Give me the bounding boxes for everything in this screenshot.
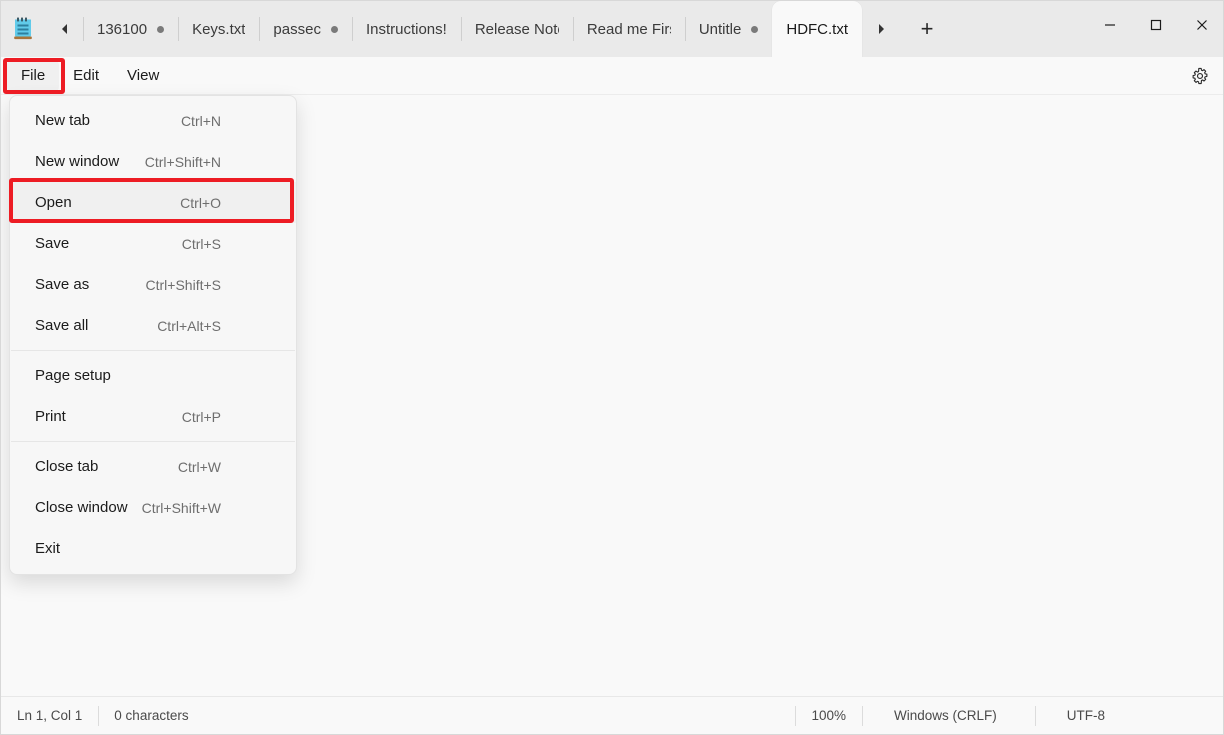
- tab-scroll-left-button[interactable]: [45, 1, 83, 57]
- menu-separator: [11, 350, 295, 351]
- menu-item-open[interactable]: Open Ctrl+O: [10, 182, 296, 223]
- menu-item-shortcut: Ctrl+O: [180, 194, 221, 211]
- menu-item-shortcut: Ctrl+Shift+W: [141, 499, 221, 516]
- notepad-icon: [1, 1, 45, 57]
- minimize-button[interactable]: [1087, 1, 1133, 48]
- menu-item-save-all[interactable]: Save all Ctrl+Alt+S: [10, 305, 296, 346]
- menu-item-label: Close tab: [35, 458, 99, 475]
- menu-edit[interactable]: Edit: [59, 61, 113, 91]
- tab-label: Keys.txt: [192, 20, 246, 38]
- file-menu-dropdown: New tab Ctrl+N New window Ctrl+Shift+N O…: [9, 95, 297, 575]
- close-button[interactable]: [1179, 1, 1223, 48]
- tab-untitled[interactable]: Untitle: [684, 1, 773, 57]
- titlebar-drag-region: [954, 1, 1087, 57]
- menu-item-print[interactable]: Print Ctrl+P: [10, 396, 296, 437]
- tab-scroll-right-button[interactable]: [862, 1, 900, 57]
- menu-item-shortcut: Ctrl+N: [180, 112, 221, 129]
- window-controls: [1087, 1, 1223, 48]
- tab-label: Release Note: [474, 20, 559, 38]
- status-cursor-position[interactable]: Ln 1, Col 1: [1, 697, 98, 735]
- menu-bar: File Edit View: [1, 57, 1223, 95]
- tab-label: Instructions!: [365, 20, 447, 38]
- menu-item-label: Close window: [35, 499, 128, 516]
- tab-bar-controls: +: [862, 1, 954, 57]
- tab-unsaved-dot[interactable]: [751, 25, 759, 33]
- menu-item-new-window[interactable]: New window Ctrl+Shift+N: [10, 141, 296, 182]
- tab-label: Untitle: [698, 20, 742, 38]
- title-bar: 136100 Keys.txt passec Instructions! Rel…: [1, 1, 1223, 57]
- menu-item-shortcut: Ctrl+Shift+N: [144, 153, 221, 170]
- menu-item-shortcut: Ctrl+P: [181, 408, 221, 425]
- menu-item-save-as[interactable]: Save as Ctrl+Shift+S: [10, 264, 296, 305]
- tab-136100[interactable]: 136100: [83, 1, 178, 57]
- tab-label: 136100: [97, 20, 148, 38]
- menu-item-shortcut: Ctrl+Shift+S: [145, 276, 221, 293]
- new-tab-button[interactable]: +: [900, 1, 954, 57]
- tab-unsaved-dot[interactable]: [330, 25, 338, 33]
- menu-item-label: Open: [35, 194, 72, 211]
- menu-item-label: New window: [35, 153, 120, 170]
- menu-item-page-setup[interactable]: Page setup: [10, 355, 296, 396]
- menu-item-label: Print: [35, 408, 66, 425]
- notepad-window: 136100 Keys.txt passec Instructions! Rel…: [0, 0, 1224, 735]
- tab-release-notes[interactable]: Release Note: [460, 1, 573, 57]
- maximize-button[interactable]: [1133, 1, 1179, 48]
- status-line-endings[interactable]: Windows (CRLF): [861, 697, 1035, 735]
- menu-item-label: Save all: [35, 317, 89, 334]
- menu-item-new-tab[interactable]: New tab Ctrl+N: [10, 100, 296, 141]
- menu-file[interactable]: File: [7, 60, 60, 91]
- tab-instructions[interactable]: Instructions!: [351, 1, 461, 57]
- tab-keys-txt[interactable]: Keys.txt: [178, 1, 259, 57]
- menu-item-label: Page setup: [35, 367, 111, 384]
- menu-item-label: Exit: [35, 540, 61, 557]
- status-character-count[interactable]: 0 characters: [98, 697, 204, 735]
- menu-item-label: New tab: [35, 112, 91, 129]
- menu-item-save[interactable]: Save Ctrl+S: [10, 223, 296, 264]
- tab-unsaved-dot[interactable]: [157, 25, 165, 33]
- menu-item-shortcut: Ctrl+W: [177, 458, 221, 475]
- menu-item-label: Save: [35, 235, 70, 252]
- menu-item-close-window[interactable]: Close window Ctrl+Shift+W: [10, 487, 296, 528]
- tab-read-me-first[interactable]: Read me Firs: [572, 1, 685, 57]
- menu-item-exit[interactable]: Exit: [10, 528, 296, 569]
- tab-passec[interactable]: passec: [259, 1, 352, 57]
- tab-label: Read me Firs: [586, 20, 671, 38]
- tab-hdfc-txt[interactable]: HDFC.txt: [772, 1, 863, 57]
- menu-item-shortcut: Ctrl+S: [181, 235, 221, 252]
- menu-view[interactable]: View: [113, 61, 173, 91]
- status-bar: Ln 1, Col 1 0 characters 100% Windows (C…: [1, 696, 1223, 735]
- menu-item-close-tab[interactable]: Close tab Ctrl+W: [10, 446, 296, 487]
- tab-strip: 136100 Keys.txt passec Instructions! Rel…: [83, 1, 863, 57]
- status-encoding[interactable]: UTF-8: [1034, 697, 1223, 735]
- gear-icon[interactable]: [1183, 61, 1217, 91]
- tab-label: HDFC.txt: [786, 20, 849, 38]
- menu-item-shortcut: Ctrl+Alt+S: [157, 317, 221, 334]
- tab-label: passec: [273, 20, 321, 38]
- menu-item-label: Save as: [35, 276, 90, 293]
- menu-separator: [11, 441, 295, 442]
- status-zoom-level[interactable]: 100%: [795, 697, 862, 735]
